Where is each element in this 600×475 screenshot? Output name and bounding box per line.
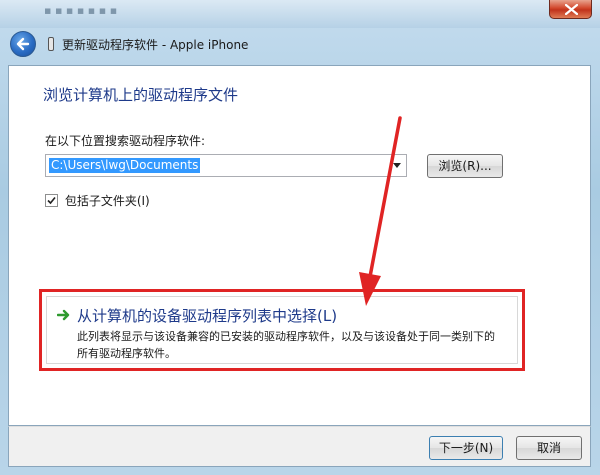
path-combobox[interactable]: C:\Users\lwg\Documents <box>45 154 407 177</box>
include-subfolders-label: 包括子文件夹(I) <box>64 194 150 208</box>
close-button[interactable] <box>549 0 592 19</box>
pick-from-list-description: 此列表将显示与该设备兼容的已安装的驱动程序软件，以及与该设备处于同一类别下的 所… <box>77 328 517 362</box>
wizard-footer: 下一步(N) 取消 <box>8 426 591 467</box>
description-line-1: 此列表将显示与该设备兼容的已安装的驱动程序软件，以及与该设备处于同一类别下的 <box>77 330 495 343</box>
window-frame: ▪ ▪ ▪ ▪ ▪ ▪ ▪ 更新驱动程序软件 - Apple iPhone 浏览… <box>0 0 600 475</box>
navigation-bar: 更新驱动程序软件 - Apple iPhone <box>8 30 591 62</box>
include-subfolders-checkbox[interactable] <box>45 194 58 207</box>
pick-from-list-title[interactable]: 从计算机的设备驱动程序列表中选择(L) <box>77 305 337 326</box>
combobox-dropdown-button[interactable] <box>388 155 406 176</box>
green-arrow-icon <box>57 309 70 321</box>
include-subfolders-row[interactable]: 包括子文件夹(I) <box>45 192 150 209</box>
checkmark-icon <box>47 196 56 205</box>
back-arrow-icon <box>16 37 30 51</box>
chevron-down-icon <box>393 163 401 168</box>
next-button[interactable]: 下一步(N) <box>429 436 503 460</box>
cancel-button[interactable]: 取消 <box>516 436 582 460</box>
faint-background-title: ▪ ▪ ▪ ▪ ▪ ▪ ▪ <box>44 4 118 17</box>
wizard-content: 浏览计算机上的驱动程序文件 在以下位置搜索驱动程序软件: C:\Users\lw… <box>8 65 591 426</box>
highlight-box: 从计算机的设备驱动程序列表中选择(L) 此列表将显示与该设备兼容的已安装的驱动程… <box>39 289 525 371</box>
phone-icon <box>48 37 54 51</box>
page-heading: 浏览计算机上的驱动程序文件 <box>43 86 239 104</box>
back-button[interactable] <box>10 31 36 57</box>
window-title: 更新驱动程序软件 - Apple iPhone <box>62 38 249 52</box>
search-location-label: 在以下位置搜索驱动程序软件: <box>45 134 206 148</box>
close-icon <box>565 4 578 15</box>
pick-from-list-option[interactable]: 从计算机的设备驱动程序列表中选择(L) 此列表将显示与该设备兼容的已安装的驱动程… <box>46 296 518 364</box>
browse-button[interactable]: 浏览(R)... <box>427 154 503 178</box>
path-input-value[interactable]: C:\Users\lwg\Documents <box>49 158 201 173</box>
title-bar: ▪ ▪ ▪ ▪ ▪ ▪ ▪ <box>0 0 600 28</box>
description-line-2: 所有驱动程序软件。 <box>77 347 176 360</box>
